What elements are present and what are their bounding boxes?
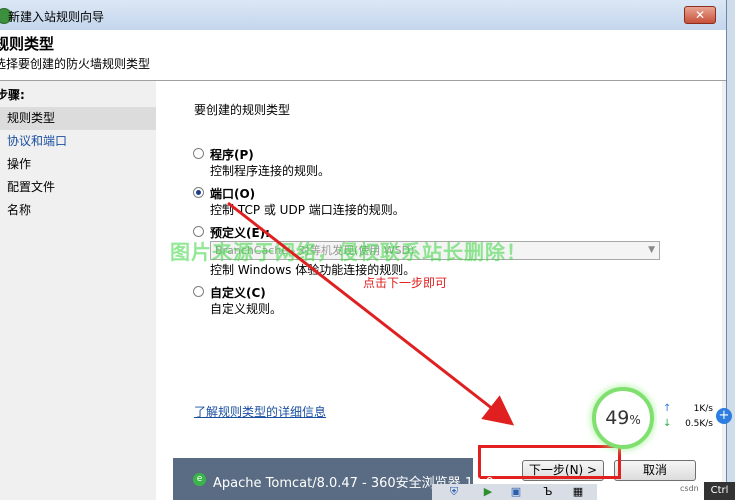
play-icon[interactable]: ▶ bbox=[482, 486, 494, 498]
browser-icon: e bbox=[193, 473, 206, 486]
download-arrow-icon: ↓ bbox=[663, 418, 672, 429]
app-icon[interactable]: Ъ bbox=[542, 486, 554, 498]
network-speed-panel: ↑ 1K/s ↓ 0.5K/s bbox=[657, 398, 717, 434]
network-usage-ring[interactable]: 49% bbox=[592, 387, 654, 449]
ctrl-badge[interactable]: Ctrl bbox=[704, 482, 735, 500]
window-icon[interactable]: ▣ bbox=[510, 486, 522, 498]
plus-icon[interactable]: + bbox=[716, 408, 732, 424]
csdn-watermark: csdn bbox=[680, 484, 699, 493]
network-percent: 49 bbox=[605, 407, 630, 429]
network-percent-display: 49% bbox=[596, 407, 650, 429]
taskbar: ⛨ ▶ ▣ Ъ ▦ bbox=[432, 484, 597, 500]
next-button-highlight bbox=[478, 445, 621, 479]
download-speed: 0.5K/s bbox=[685, 419, 713, 429]
shield-icon[interactable]: ⛨ bbox=[448, 486, 460, 498]
upload-speed: 1K/s bbox=[693, 404, 713, 414]
taskbar-preview[interactable]: e Apache Tomcat/8.0.47 - 360安全浏览器 10.0 bbox=[173, 458, 494, 500]
upload-arrow-icon: ↑ bbox=[663, 403, 672, 414]
network-percent-unit: % bbox=[629, 413, 641, 427]
grid-icon[interactable]: ▦ bbox=[572, 486, 584, 498]
